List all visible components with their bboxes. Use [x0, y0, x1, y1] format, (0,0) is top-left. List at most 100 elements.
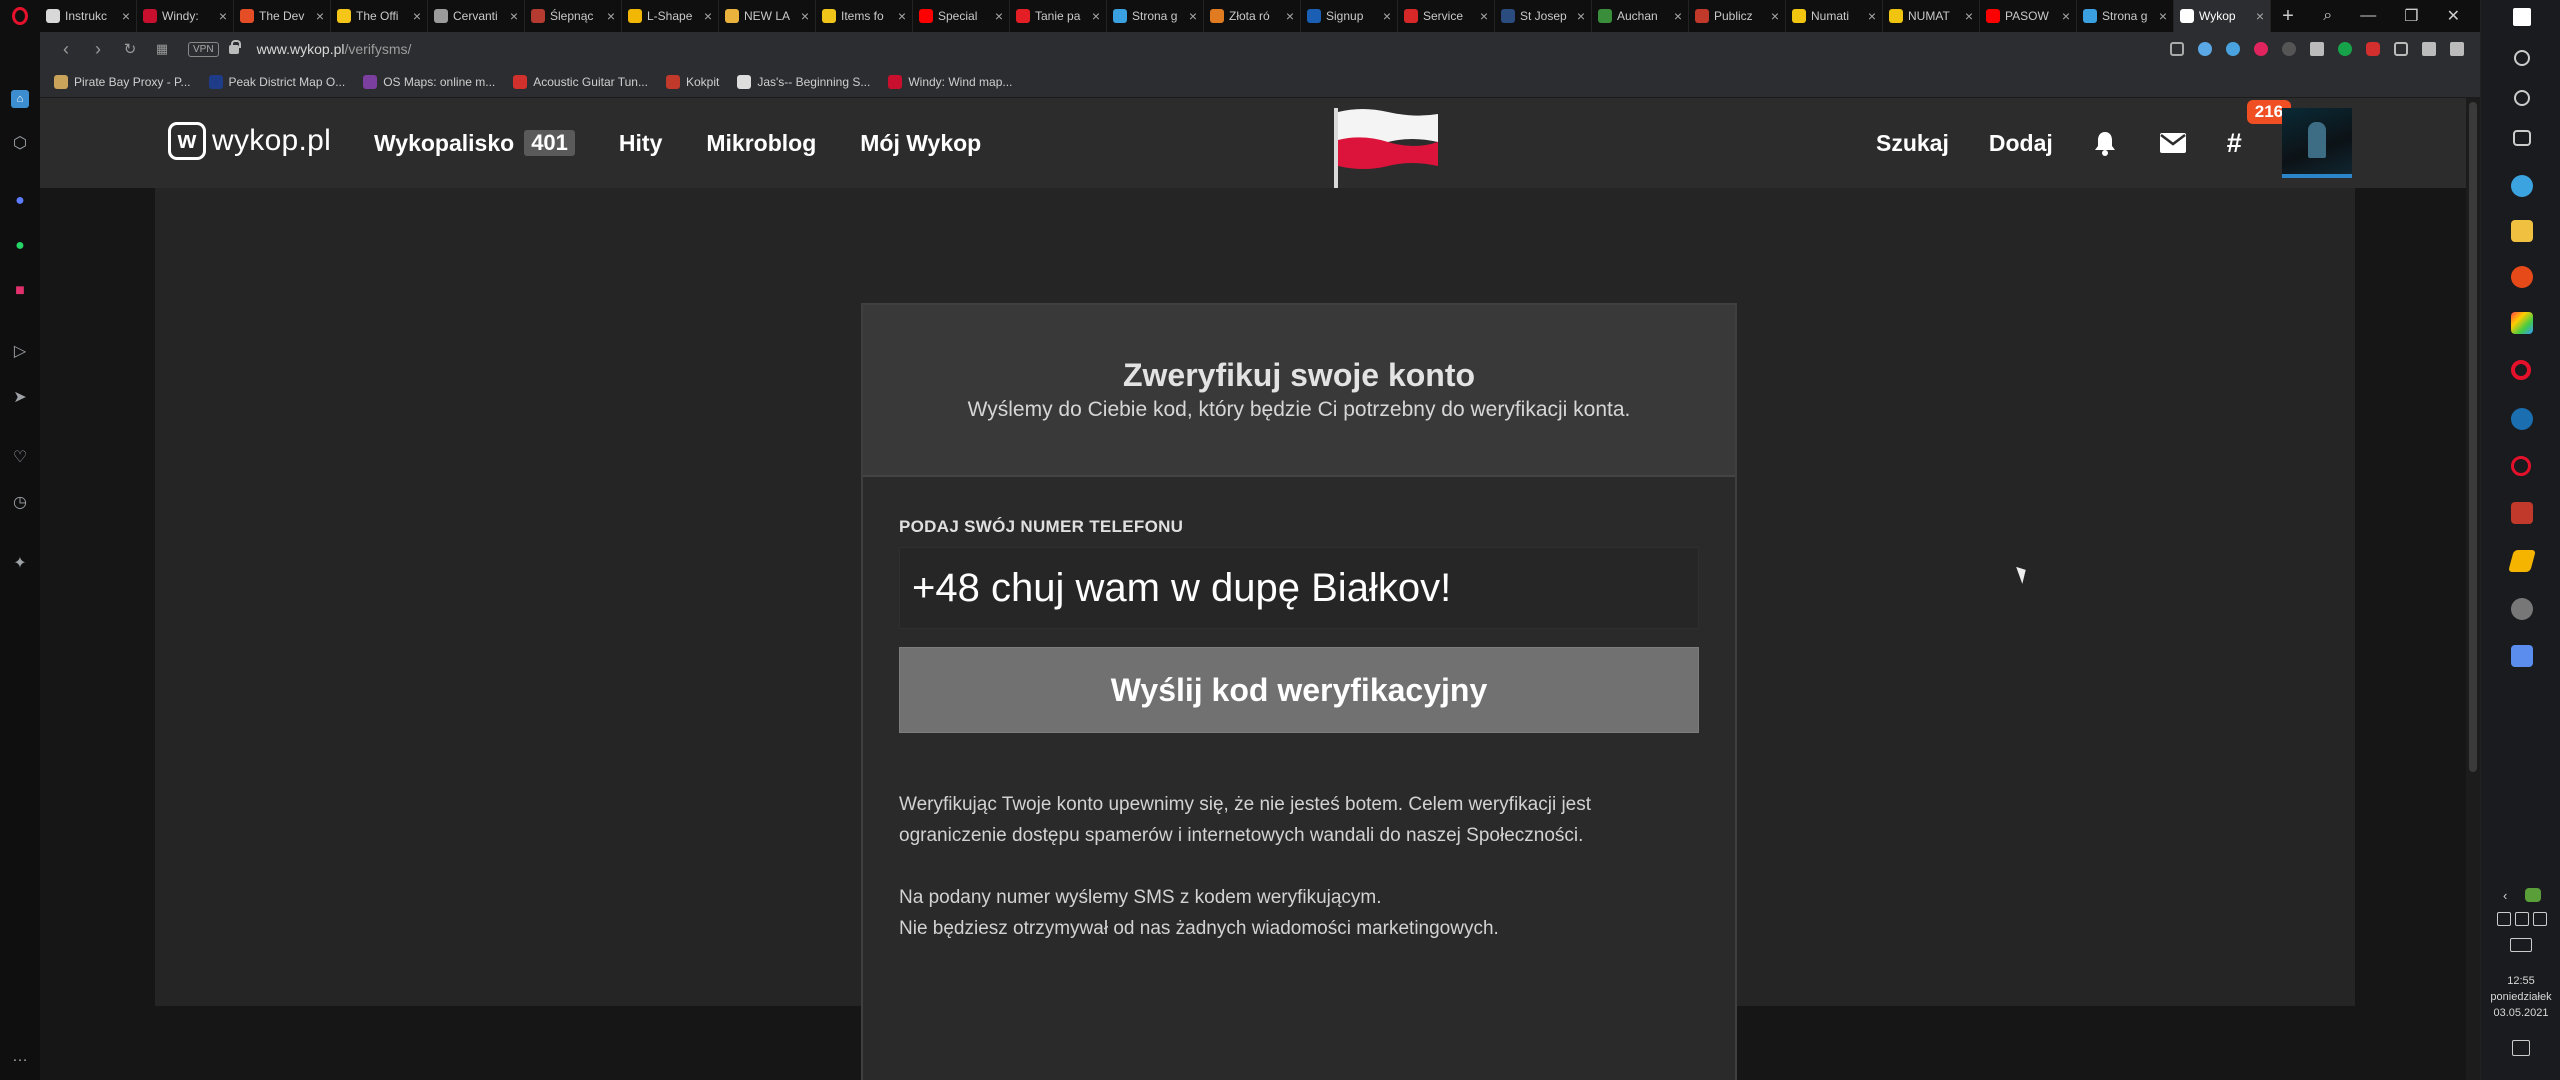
- close-tab-icon[interactable]: ×: [995, 8, 1003, 24]
- vpn-badge[interactable]: VPN: [188, 41, 219, 57]
- browser-tab[interactable]: Strona g ×: [1107, 0, 1204, 32]
- close-tab-icon[interactable]: ×: [1674, 8, 1682, 24]
- history-icon[interactable]: ◷: [11, 493, 29, 511]
- close-tab-icon[interactable]: ×: [2062, 8, 2070, 24]
- back-icon[interactable]: ‹: [50, 39, 82, 60]
- page-scrollbar[interactable]: [2466, 98, 2480, 1080]
- whatsapp-icon[interactable]: ●: [11, 237, 29, 255]
- bookmark-item[interactable]: Acoustic Guitar Tun...: [513, 74, 648, 89]
- home-icon[interactable]: ⬡: [11, 134, 29, 152]
- easy-setup-icon[interactable]: [2450, 42, 2464, 56]
- cortana-icon[interactable]: [2514, 90, 2530, 106]
- search-link[interactable]: Szukaj: [1876, 130, 1949, 157]
- close-tab-icon[interactable]: ×: [2159, 8, 2167, 24]
- tab-overview-icon[interactable]: ▦: [146, 41, 178, 57]
- search-icon[interactable]: [2514, 50, 2530, 66]
- close-tab-icon[interactable]: ×: [1189, 8, 1197, 24]
- browser-tab[interactable]: Wykop ×: [2174, 0, 2271, 32]
- bookmark-item[interactable]: Windy: Wind map...: [888, 74, 1012, 89]
- bookmark-item[interactable]: Jas's-- Beginning S...: [737, 74, 870, 89]
- nav-moj-wykop[interactable]: Mój Wykop: [860, 130, 981, 157]
- download-icon[interactable]: [2422, 42, 2436, 56]
- opera-taskbar-icon[interactable]: [2511, 360, 2531, 380]
- close-tab-icon[interactable]: ×: [704, 8, 712, 24]
- browser-tab[interactable]: Tanie pa ×: [1010, 0, 1107, 32]
- grammarly-icon[interactable]: [2338, 42, 2352, 56]
- app-gear-icon[interactable]: [2511, 266, 2533, 288]
- minimize-icon[interactable]: —: [2360, 7, 2376, 25]
- bookmark-item[interactable]: Kokpit: [665, 74, 719, 89]
- browser-tab[interactable]: Numati ×: [1786, 0, 1883, 32]
- heart-icon[interactable]: ♡: [11, 448, 29, 466]
- url-field[interactable]: www.wykop.pl/verifysms/: [257, 41, 412, 57]
- task-view-icon[interactable]: [2513, 130, 2531, 146]
- lightbulb-icon[interactable]: ✦: [11, 554, 29, 572]
- browser-tab[interactable]: Auchan ×: [1592, 0, 1689, 32]
- opera-gx-icon[interactable]: [2511, 456, 2531, 476]
- close-tab-icon[interactable]: ×: [1577, 8, 1585, 24]
- wykop-logo[interactable]: w wykop.pl: [168, 122, 331, 160]
- app-blue-icon[interactable]: [2511, 645, 2533, 667]
- volume-icon[interactable]: [2515, 912, 2529, 926]
- close-tab-icon[interactable]: ×: [1480, 8, 1488, 24]
- cube-icon[interactable]: [2394, 42, 2408, 56]
- close-tab-icon[interactable]: ×: [510, 8, 518, 24]
- nav-wykopalisko[interactable]: Wykopalisko 401: [374, 130, 575, 157]
- close-tab-icon[interactable]: ×: [1092, 8, 1100, 24]
- messenger-icon[interactable]: ●: [11, 192, 29, 210]
- browser-tab[interactable]: Publicz ×: [1689, 0, 1786, 32]
- lock-icon[interactable]: [228, 39, 241, 54]
- close-tab-icon[interactable]: ×: [316, 8, 324, 24]
- bookmark-item[interactable]: Peak District Map O...: [208, 74, 345, 89]
- player-icon[interactable]: ▷: [11, 342, 29, 360]
- close-tab-icon[interactable]: ×: [1965, 8, 1973, 24]
- more-icon[interactable]: …: [11, 1048, 29, 1066]
- opera-logo-icon[interactable]: [0, 0, 40, 32]
- close-tab-icon[interactable]: ×: [122, 8, 130, 24]
- steam-icon[interactable]: [2511, 408, 2533, 430]
- browser-tab[interactable]: The Offi ×: [331, 0, 428, 32]
- app-bolt-icon[interactable]: [2508, 550, 2536, 572]
- nav-mikroblog[interactable]: Mikroblog: [706, 130, 816, 157]
- extension-icon[interactable]: [2282, 42, 2296, 56]
- nvidia-tray-icon[interactable]: [2525, 888, 2541, 902]
- bookmark-item[interactable]: Pirate Bay Proxy - P...: [54, 74, 191, 89]
- close-tab-icon[interactable]: ×: [1771, 8, 1779, 24]
- browser-tab[interactable]: NEW LA ×: [719, 0, 816, 32]
- browser-tab[interactable]: St Josep ×: [1495, 0, 1592, 32]
- workspace-icon[interactable]: ⌂: [11, 90, 29, 108]
- close-tab-icon[interactable]: ×: [898, 8, 906, 24]
- tray-expand-icon[interactable]: ‹: [2503, 888, 2517, 903]
- new-tab-button[interactable]: +: [2271, 5, 2305, 28]
- send-extension-icon[interactable]: [2226, 42, 2240, 56]
- heart-extension-icon[interactable]: [2254, 42, 2268, 56]
- close-tab-icon[interactable]: ×: [1286, 8, 1294, 24]
- browser-tab[interactable]: PASOW ×: [1980, 0, 2077, 32]
- close-tab-icon[interactable]: ×: [413, 8, 421, 24]
- browser-tab[interactable]: Signup ×: [1301, 0, 1398, 32]
- browser-tab[interactable]: Service ×: [1398, 0, 1495, 32]
- app-bird-icon[interactable]: [2511, 175, 2533, 197]
- bell-icon[interactable]: [2093, 130, 2117, 156]
- action-center-icon[interactable]: [2512, 1040, 2530, 1056]
- close-tab-icon[interactable]: ×: [801, 8, 809, 24]
- close-tab-icon[interactable]: ×: [1383, 8, 1391, 24]
- close-tab-icon[interactable]: ×: [607, 8, 615, 24]
- browser-tab[interactable]: Cervanti ×: [428, 0, 525, 32]
- hashtag-icon[interactable]: # 216: [2227, 99, 2292, 159]
- nav-hity[interactable]: Hity: [619, 130, 662, 157]
- forward-icon[interactable]: ›: [82, 39, 114, 60]
- bookmark-item[interactable]: OS Maps: online m...: [363, 74, 495, 89]
- browser-tab[interactable]: Złota ró ×: [1204, 0, 1301, 32]
- network-icon[interactable]: [2497, 912, 2511, 926]
- mail-icon[interactable]: [2159, 132, 2187, 154]
- adblock-icon[interactable]: [2366, 42, 2380, 56]
- keyboard-icon[interactable]: [2510, 938, 2532, 952]
- add-link[interactable]: Dodaj: [1989, 130, 2053, 157]
- phone-input[interactable]: [899, 547, 1699, 629]
- browser-tab[interactable]: Special ×: [913, 0, 1010, 32]
- close-tab-icon[interactable]: ×: [2256, 8, 2264, 24]
- close-tab-icon[interactable]: ×: [219, 8, 227, 24]
- restore-icon[interactable]: ❐: [2404, 6, 2418, 26]
- reload-icon[interactable]: ↻: [114, 40, 146, 58]
